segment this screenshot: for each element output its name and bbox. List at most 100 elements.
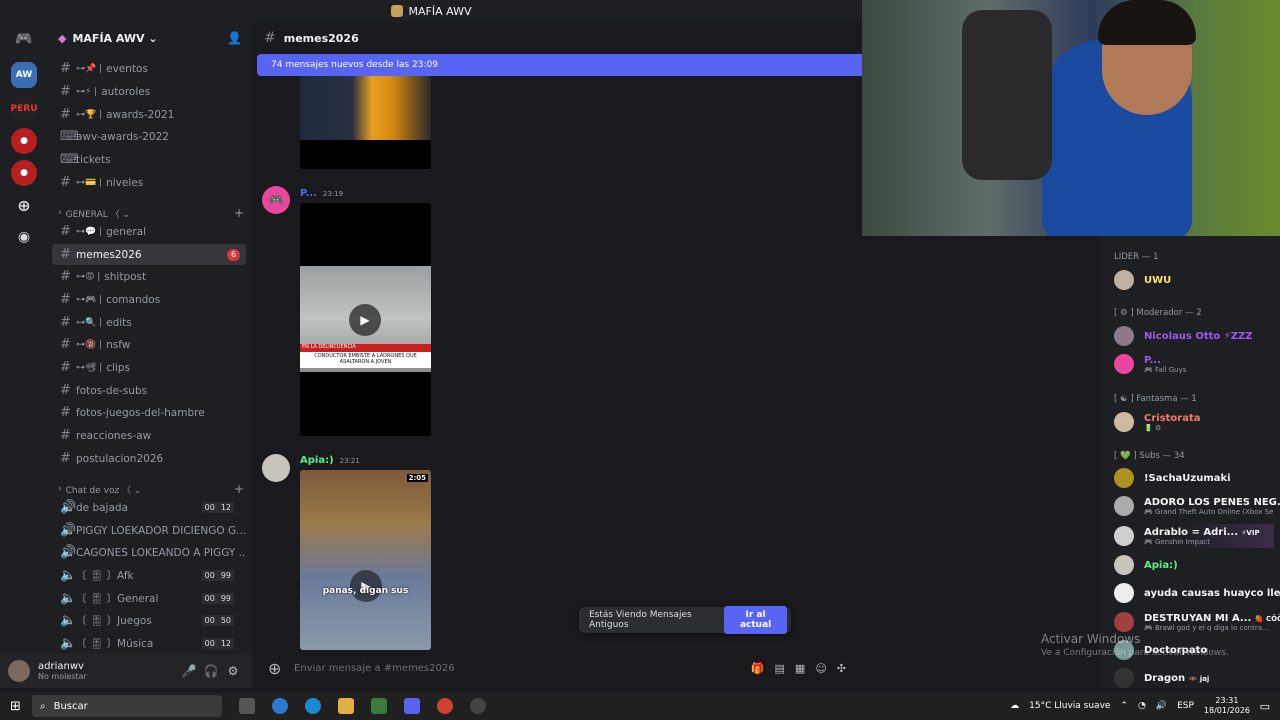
volume-icon[interactable]: 🔊 [1156, 701, 1167, 711]
voice-musica[interactable]: 🔈 〔 🎚 〕Música 00 12 [52, 633, 246, 654]
discord-taskbar-icon[interactable] [404, 698, 420, 714]
sticker-icon[interactable]: ▦ [795, 662, 805, 675]
channel-nsfw[interactable]: # ⊶🔞 | nsfw [52, 334, 246, 355]
jump-to-present-button[interactable]: Ir al actual [724, 606, 787, 634]
file-explorer-icon[interactable] [338, 698, 354, 714]
avatar[interactable] [262, 454, 290, 482]
new-messages-bar[interactable]: 74 mensajes nuevos desde las 23:09 [257, 54, 862, 76]
channel-shitpost[interactable]: # ⊶😡 | shitpost [52, 266, 246, 287]
wifi-icon[interactable]: ◔ [1138, 701, 1146, 711]
emoji-icon[interactable]: ☺ [815, 662, 826, 675]
channel-eventos[interactable]: # ⊶📌 | eventos [52, 58, 246, 79]
taskbar: ⊞ ⌕ Buscar ☁ 15°C Lluvia suave ⌃ ◔ 🔊 ESP… [0, 692, 1280, 720]
message-timestamp: 23:21 [339, 457, 360, 465]
task-view-icon[interactable] [239, 698, 255, 714]
member-item[interactable]: UWU [1114, 268, 1274, 292]
webcam-overlay [862, 0, 1280, 236]
tray-chevron-icon[interactable]: ⌃ [1120, 701, 1128, 711]
channel-clips[interactable]: # ⊶📽 | clips [52, 357, 246, 378]
member-item[interactable]: DESTRUYAN MI A... 🍓 CŌÖL🎮 Brawl god y el… [1114, 610, 1280, 634]
video-attachment[interactable]: 2:05 ▶ panas, digan sus [300, 470, 431, 650]
server-icon [390, 5, 403, 17]
language-indicator[interactable]: ESP [1177, 701, 1194, 711]
member-item[interactable]: Dragon 🦇 jaj [1114, 666, 1274, 688]
channel-fotos-de-subs[interactable]: # fotos-de-subs [52, 380, 246, 401]
member-name: UWU [1144, 274, 1172, 286]
notifications-icon[interactable]: ▭ [1260, 700, 1270, 713]
channel-general[interactable]: # ⊶💬 | general [52, 221, 246, 242]
channel-edits[interactable]: # ⊶🔍 | edits [52, 312, 246, 333]
headphones-icon[interactable]: 🎧 [200, 664, 222, 678]
member-item[interactable]: Nicolaus Otto ⚡ZZZ [1114, 324, 1274, 348]
channel-memes2026[interactable]: # memes2026 6 [52, 244, 246, 265]
voice-afk[interactable]: 🔈 〔 🎚 〕Afk 00 99 [52, 565, 246, 586]
gif-icon[interactable]: ▤ [775, 662, 785, 675]
channel-label: 〔 🎚 〕General [76, 593, 159, 605]
add-member-icon[interactable]: 👤 [227, 31, 242, 45]
avatar[interactable]: 🎮 [262, 186, 290, 214]
voice-de-bajada[interactable]: 🔊 de bajada 00 12 [52, 497, 246, 518]
windows-start-icon[interactable]: ⊞ [10, 699, 21, 714]
message-composer[interactable]: ⊕ Enviar mensaje a #memes2026 🎁 ▤ ▦ ☺ ✣ [260, 654, 854, 682]
channel-awv-awards-2022[interactable]: ⌨ awv-awards-2022 [52, 126, 246, 147]
store-icon[interactable] [371, 698, 387, 714]
copilot-icon[interactable] [272, 698, 288, 714]
add-attachment-icon[interactable]: ⊕ [268, 659, 294, 678]
member-item[interactable]: ayuda causas huayco llev... [1114, 581, 1280, 605]
channel-niveles[interactable]: # ⊶💳 | niveles [52, 172, 246, 193]
user-info[interactable]: adrianwv No molestar [38, 661, 178, 681]
weather-text[interactable]: 15°C Lluvia suave [1029, 701, 1110, 711]
video-tag: EN LA DELINCUENCIA [300, 344, 431, 352]
server-red-icon[interactable]: ● [11, 128, 37, 154]
video-attachment[interactable]: EN LA DELINCUENCIA CONDUCTOR EMBISTE A L… [300, 203, 431, 436]
play-icon[interactable]: ▶ [349, 304, 381, 336]
channel-label: clips [106, 361, 131, 374]
category-voice[interactable]: › Chat de voz 〈 ⌄ + [58, 481, 244, 497]
voice-piggy-2[interactable]: 🔊 CAGONES LOKEANDO A PIGGY ... [52, 542, 246, 563]
server-peru-icon[interactable]: PERU [11, 96, 38, 122]
member-item[interactable]: !SachaUzumaki [1114, 466, 1274, 490]
server-team-icon[interactable]: AW [11, 62, 37, 88]
server-name: MAFÍA AWV ⌄ [72, 31, 158, 45]
edge-icon[interactable] [305, 698, 321, 714]
clock[interactable]: 23:31 18/01/2026 [1204, 696, 1250, 716]
member-item[interactable]: Cristorata 🔋 ⚙ [1114, 410, 1274, 434]
add-channel-icon[interactable]: + [234, 482, 244, 496]
microphone-icon[interactable]: 🎤 [178, 664, 200, 678]
add-channel-icon[interactable]: + [234, 206, 244, 220]
voice-piggy-1[interactable]: 🔊 PIGGY LOEKADOR DICIENGO G... [52, 520, 246, 541]
image-attachment[interactable] [300, 76, 431, 169]
message-author[interactable]: P... 23:19 [300, 188, 343, 199]
old-messages-notice: Estás Viendo Mensajes Antiguos Ir al act… [579, 606, 791, 634]
member-item[interactable]: Apia:) [1114, 553, 1274, 577]
obs-icon[interactable] [470, 698, 486, 714]
gift-icon[interactable]: 🎁 [751, 662, 765, 675]
voice-juegos[interactable]: 🔈 〔 🎚 〕Juegos 00 50 [52, 610, 246, 631]
apps-icon[interactable]: ✣ [837, 662, 846, 675]
hash-icon: # [60, 224, 71, 239]
add-server-icon[interactable]: ⊕ [11, 192, 37, 218]
channel-autoroles[interactable]: # ⊶⚡ | autoroles [52, 81, 246, 102]
voice-general[interactable]: 🔈 〔 🎚 〕General 00 99 [52, 588, 246, 609]
taskbar-search[interactable]: ⌕ Buscar [32, 695, 222, 717]
message-author[interactable]: Apia:) 23:21 [300, 455, 360, 466]
channel-comandos[interactable]: # ⊶🎮 | comandos [52, 289, 246, 310]
channel-fotos-juegos[interactable]: # fotos-juegos-del-hambre [52, 402, 246, 423]
member-item[interactable]: ADORO LOS PENES NEG... 🎮 Grand Theft Auto… [1114, 494, 1280, 518]
channel-postulacion2026[interactable]: # postulacion2026 [52, 448, 246, 469]
chrome-icon[interactable] [437, 698, 453, 714]
channel-reacciones-aw[interactable]: # reacciones-aw [52, 425, 246, 446]
channel-tickets[interactable]: ⌨ tickets [52, 149, 246, 170]
video-caption: CONDUCTOR EMBISTE A LADRONES QUE ASALTAR… [300, 352, 431, 368]
member-item[interactable]: P... 🎮 Fall Guys [1114, 352, 1274, 376]
category-general[interactable]: › GENERAL 〈 ⌄ + [58, 205, 244, 221]
member-item[interactable]: Adrablo = Adri... ⚡VIP 🎮 Genshin Impact [1114, 524, 1274, 548]
server-header[interactable]: ◆ MAFÍA AWV ⌄ 👤 [48, 22, 252, 54]
avatar[interactable] [8, 660, 30, 682]
explore-icon[interactable]: ◉ [11, 224, 37, 250]
gear-icon[interactable]: ⚙ [222, 664, 244, 678]
server-red2-icon[interactable]: ● [11, 160, 37, 186]
channel-awards-2021[interactable]: # ⊶🏆 | awards-2021 [52, 104, 246, 125]
notice-text: Estás Viendo Mensajes Antiguos [589, 610, 692, 630]
discord-home-icon[interactable]: 🎮 [11, 26, 37, 52]
